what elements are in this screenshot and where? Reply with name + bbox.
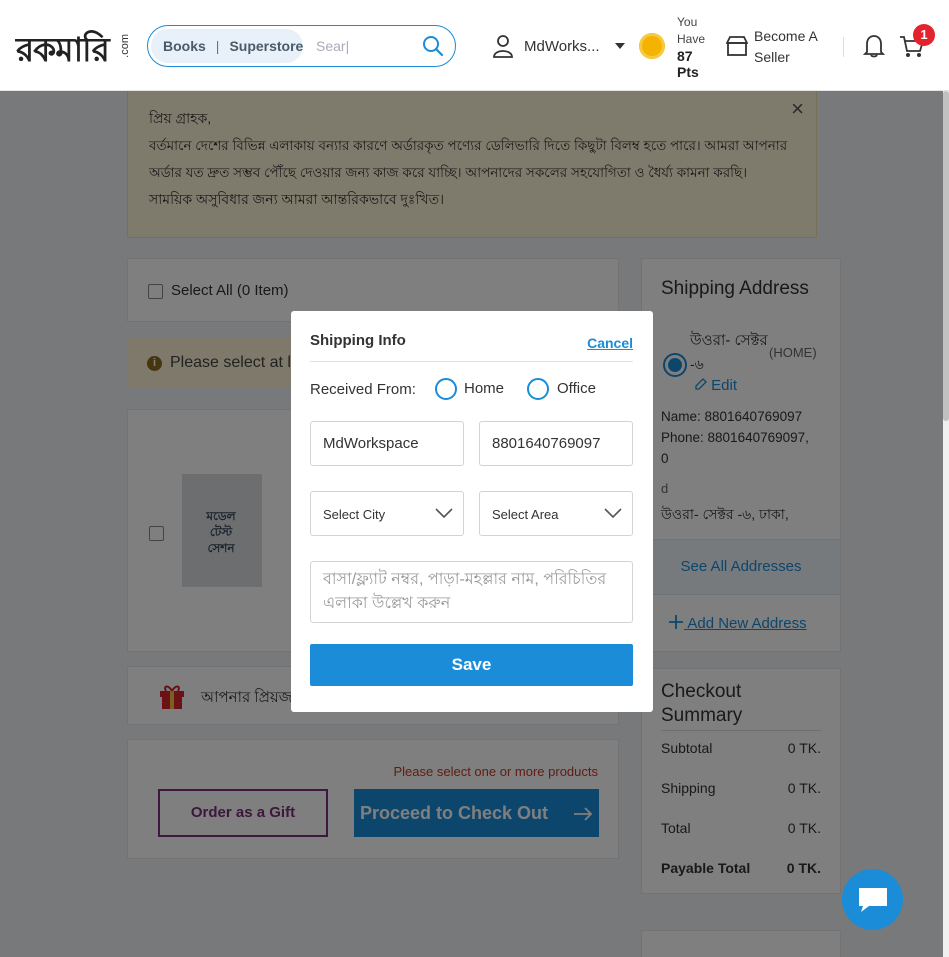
search-icon[interactable] bbox=[422, 35, 444, 57]
bell-icon[interactable] bbox=[863, 34, 885, 58]
phone-field[interactable]: 8801640769097 bbox=[479, 421, 633, 466]
search-input[interactable]: Sear| bbox=[316, 38, 349, 54]
chevron-down-icon bbox=[604, 508, 622, 519]
modal-title: Shipping Info bbox=[310, 332, 406, 349]
select-city-dropdown[interactable]: Select City bbox=[310, 491, 464, 536]
radio-office[interactable] bbox=[527, 378, 549, 400]
points-value: 87 bbox=[677, 48, 693, 64]
logo-text: রকমারি bbox=[16, 30, 110, 69]
coin-icon bbox=[639, 33, 665, 59]
logo-suffix: .com bbox=[119, 34, 131, 58]
points-label-1: You bbox=[677, 15, 698, 29]
user-icon bbox=[493, 35, 513, 58]
chat-icon bbox=[859, 888, 887, 912]
user-name: MdWorks... bbox=[524, 37, 600, 55]
points-unit: Pts bbox=[677, 64, 699, 80]
rokomari-logo[interactable]: রকমারি .com bbox=[16, 22, 134, 70]
select-area-label: Select Area bbox=[492, 507, 559, 522]
tab-books[interactable]: Books bbox=[163, 38, 206, 54]
radio-office-label[interactable]: Office bbox=[557, 380, 596, 397]
store-icon bbox=[726, 36, 748, 56]
points-label-2: Have bbox=[677, 32, 706, 46]
divider: | bbox=[215, 38, 220, 54]
shipping-info-modal: Shipping Info Cancel Received From: Home… bbox=[291, 311, 653, 712]
chevron-down-icon bbox=[614, 43, 625, 49]
address-textarea[interactable]: বাসা/ফ্ল্যাট নম্বর, পাড়া-মহল্লার নাম, প… bbox=[310, 561, 633, 623]
user-menu[interactable]: MdWorks... bbox=[492, 34, 626, 58]
search-bar: Books | Superstore Sear| bbox=[147, 25, 456, 67]
seller-line1: Become A bbox=[754, 28, 818, 44]
received-from-label: Received From: bbox=[310, 381, 416, 398]
select-area-dropdown[interactable]: Select Area bbox=[479, 491, 633, 536]
radio-home-label[interactable]: Home bbox=[464, 380, 504, 397]
search-category-toggle[interactable]: Books | Superstore bbox=[151, 29, 303, 63]
scrollbar-thumb[interactable] bbox=[943, 91, 949, 421]
become-seller-link[interactable]: Become A Seller bbox=[726, 26, 818, 68]
radio-home[interactable] bbox=[435, 378, 457, 400]
select-city-label: Select City bbox=[323, 507, 386, 522]
divider bbox=[310, 361, 633, 362]
seller-line2: Seller bbox=[754, 49, 790, 65]
cancel-button[interactable]: Cancel bbox=[587, 335, 633, 351]
tab-superstore[interactable]: Superstore bbox=[229, 38, 303, 54]
points-display[interactable]: You Have 87 Pts bbox=[677, 14, 705, 80]
name-field[interactable]: MdWorkspace bbox=[310, 421, 464, 466]
top-header: রকমারি .com Books | Superstore Sear| MdW… bbox=[0, 0, 949, 91]
save-button[interactable]: Save bbox=[310, 644, 633, 686]
chevron-down-icon bbox=[435, 508, 453, 519]
chat-button[interactable] bbox=[842, 869, 903, 930]
divider bbox=[843, 37, 844, 57]
cart-count-badge: 1 bbox=[913, 24, 935, 46]
scrollbar[interactable] bbox=[943, 91, 949, 957]
